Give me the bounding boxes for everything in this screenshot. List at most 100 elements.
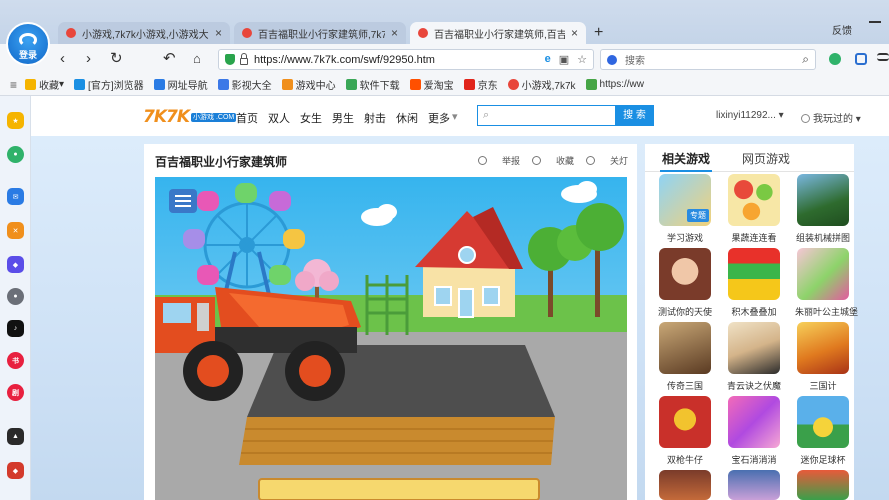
bookmark-menu-icon[interactable]: ≡ <box>10 78 17 92</box>
game-name[interactable]: 宝石消消消 <box>726 453 782 466</box>
game-thumbnail[interactable] <box>797 322 849 374</box>
nav-link-more[interactable]: 更多 <box>428 110 450 126</box>
game-thumbnail[interactable]: 专题 <box>659 174 711 226</box>
bookmark-item[interactable]: 网址导航 <box>153 77 208 92</box>
bookmark-item[interactable]: 收藏 ▾ <box>25 77 64 92</box>
game-thumbnail[interactable] <box>797 174 849 226</box>
browser-tab[interactable]: 小游戏,7k7k小游戏,小游戏大全,双 × <box>58 22 230 44</box>
minimize-icon[interactable] <box>869 21 881 23</box>
nav-link[interactable]: 首页 <box>236 110 258 126</box>
bookmark-star-icon[interactable]: ☆ <box>577 53 587 66</box>
bookmark-item[interactable]: 软件下载 <box>345 77 400 92</box>
menu-icon[interactable] <box>877 53 889 61</box>
game-card[interactable]: 迷你足球杯 <box>795 396 851 466</box>
nav-link[interactable]: 女生 <box>300 110 322 126</box>
game-app-icon[interactable]: ▲ <box>7 428 24 445</box>
reload-icon[interactable]: ↻ <box>110 50 123 68</box>
game-card[interactable]: 积木叠叠加 <box>726 248 782 318</box>
tab-related-games[interactable]: 相关游戏 <box>659 150 713 172</box>
tiktok-icon[interactable]: ♪ <box>7 320 24 337</box>
played-games-link[interactable]: 我玩过的 ▾ <box>801 110 861 125</box>
game-thumbnail[interactable] <box>797 396 849 448</box>
profile-avatar[interactable]: 登录 <box>6 22 50 66</box>
bookmark-item[interactable]: 爱淘宝 <box>409 77 454 92</box>
url-text[interactable]: https://www.7k7k.com/swf/92950.htm <box>254 54 545 66</box>
bookmark-item[interactable]: 京东 <box>463 77 498 92</box>
avatar-icon[interactable]: ● <box>7 288 24 305</box>
game-name[interactable]: 迷你足球杯 <box>795 453 851 466</box>
game-name[interactable]: 双枪牛仔 <box>657 453 713 466</box>
extension-icon[interactable] <box>829 53 841 65</box>
username[interactable]: lixinyi11292... ▾ <box>716 110 784 121</box>
qr-code-icon[interactable]: ▣ <box>559 53 569 66</box>
game-card[interactable]: 果蔬连连看 <box>726 174 782 244</box>
apps-grid-icon[interactable] <box>855 53 867 65</box>
game-name[interactable]: 学习游戏 <box>657 231 713 244</box>
undo-icon[interactable]: ↶ <box>163 50 176 68</box>
back-icon[interactable]: ‹ <box>60 50 65 68</box>
bookmark-item[interactable]: 游戏中心 <box>281 77 336 92</box>
game-card[interactable]: 测试你的天使 <box>657 248 713 318</box>
site-search-button[interactable]: 搜 索 <box>615 105 654 126</box>
game-card[interactable]: 三国计 <box>795 322 851 392</box>
nav-link[interactable]: 双人 <box>268 110 290 126</box>
nav-link[interactable]: 男生 <box>332 110 354 126</box>
close-tab-icon[interactable]: × <box>215 26 222 40</box>
game-name[interactable]: 三国计 <box>795 379 851 392</box>
game-thumbnail[interactable] <box>659 248 711 300</box>
game-card[interactable]: 宝石消消消 <box>726 396 782 466</box>
site-search-input[interactable]: ⌕ <box>477 105 615 126</box>
address-bar[interactable]: https://www.7k7k.com/swf/92950.htm e ▣ ☆ <box>218 49 594 70</box>
new-tab-button[interactable]: + <box>594 24 603 42</box>
game-thumbnail[interactable] <box>659 322 711 374</box>
gamepad-icon[interactable]: ◆ <box>7 256 24 273</box>
game-card[interactable]: 双枪牛仔 <box>657 396 713 466</box>
game-name[interactable]: 朱丽叶公主城堡 <box>795 305 858 318</box>
home-icon[interactable]: ⌂ <box>193 50 201 68</box>
game-card[interactable] <box>657 470 713 500</box>
ie-mode-icon[interactable]: e <box>545 53 551 66</box>
game-name[interactable]: 果蔬连连看 <box>726 231 782 244</box>
search-box[interactable]: 搜索 ⌕ <box>600 49 816 70</box>
close-tab-icon[interactable]: × <box>571 26 578 40</box>
game-thumbnail[interactable] <box>797 470 849 500</box>
close-tab-icon[interactable]: × <box>391 26 398 40</box>
nav-link[interactable]: 休闲 <box>396 110 418 126</box>
nav-link[interactable]: 射击 <box>364 110 386 126</box>
game-name[interactable]: 组装机械拼图 <box>795 231 851 244</box>
mail-icon[interactable]: ✉ <box>7 188 24 205</box>
game-card[interactable]: 朱丽叶公主城堡 <box>795 248 858 318</box>
lights-off-button[interactable]: 关灯 <box>585 154 628 167</box>
game-card[interactable]: 专题 学习游戏 <box>657 174 713 244</box>
forward-icon[interactable]: › <box>86 50 91 68</box>
bookmark-item[interactable]: 影视大全 <box>217 77 272 92</box>
bookmark-item[interactable]: 小游戏,7k7k <box>507 77 576 92</box>
game-card[interactable]: 青云诀之伏魔 <box>726 322 782 392</box>
report-button[interactable]: 举报 <box>477 154 520 167</box>
game-thumbnail[interactable] <box>728 174 780 226</box>
game-thumbnail[interactable] <box>728 322 780 374</box>
feedback-link[interactable]: 反馈 <box>832 22 852 37</box>
game-card[interactable]: 组装机械拼图 <box>795 174 851 244</box>
game-card[interactable] <box>795 470 851 500</box>
game-name[interactable]: 测试你的天使 <box>657 305 713 318</box>
tools-icon[interactable]: ✕ <box>7 222 24 239</box>
game-app-icon[interactable]: ◆ <box>7 462 24 479</box>
xiaohongshu-icon[interactable]: 书 <box>7 352 24 369</box>
game-name[interactable]: 青云诀之伏魔 <box>726 379 782 392</box>
chat-icon[interactable]: ● <box>7 146 24 163</box>
game-thumbnail[interactable] <box>659 470 711 500</box>
bookmark-item[interactable]: [官方]浏览器 <box>74 77 144 92</box>
game-name[interactable]: 积木叠叠加 <box>726 305 782 318</box>
favorites-star-icon[interactable]: ★ <box>7 112 24 129</box>
game-card[interactable] <box>726 470 782 500</box>
bookmark-item[interactable]: https://ww <box>585 79 644 90</box>
game-card[interactable]: 传奇三国 <box>657 322 713 392</box>
browser-tab[interactable]: 百吉福职业小行家建筑师,7k7k百 × <box>234 22 406 44</box>
tab-web-games[interactable]: 网页游戏 <box>742 150 790 167</box>
game-thumbnail[interactable] <box>728 396 780 448</box>
favorite-button[interactable]: 收藏 <box>531 154 574 167</box>
game-thumbnail[interactable] <box>659 396 711 448</box>
game-thumbnail[interactable] <box>728 248 780 300</box>
game-thumbnail[interactable] <box>797 248 849 300</box>
